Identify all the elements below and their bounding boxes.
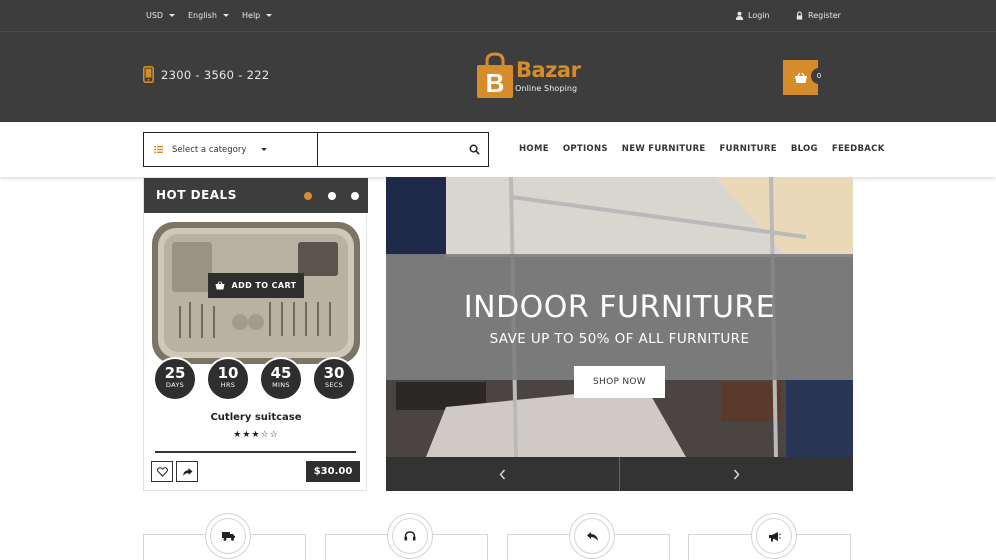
help-dropdown[interactable]: Help (242, 11, 273, 20)
search-input[interactable] (320, 133, 470, 166)
countdown-hours: 10 HRS (206, 357, 250, 401)
feature-circle-shipping (205, 513, 251, 559)
headset-icon (404, 530, 416, 540)
star-filled-icon: ★ (233, 430, 243, 440)
nav-furniture[interactable]: FURNITURE (720, 144, 777, 154)
return-arrow-icon (586, 531, 598, 541)
share-button[interactable] (176, 461, 198, 482)
top-bar: USD English Help Login Register (0, 0, 996, 32)
countdown-seconds: 30 SECS (312, 357, 356, 401)
truck-icon (221, 532, 235, 541)
currency-dropdown[interactable]: USD (146, 11, 176, 20)
countdown-value: 45 (270, 364, 292, 382)
chevron-right-icon (733, 469, 740, 479)
hot-deals-header: HOT DEALS (144, 178, 368, 213)
banner-navigation (386, 457, 853, 491)
countdown-days: 25 DAYS (153, 357, 197, 401)
currency-label: USD (146, 11, 164, 20)
nav-home[interactable]: HOME (519, 144, 549, 154)
logo-title: Bazar (516, 58, 581, 82)
carousel-dot-3[interactable] (351, 192, 359, 200)
category-select-label: Select a category (172, 144, 247, 155)
feature-circle-support (387, 513, 433, 559)
divider (155, 451, 356, 453)
chevron-left-icon (499, 469, 506, 479)
svg-text:B: B (486, 68, 505, 98)
feature-circle-announcements (751, 513, 797, 559)
hot-deals-title: HOT DEALS (156, 188, 237, 202)
nav-new-furniture[interactable]: NEW FURNITURE (622, 144, 706, 154)
shop-now-button[interactable]: SHOP NOW (574, 366, 665, 398)
category-select[interactable]: Select a category (144, 133, 318, 166)
help-label: Help (242, 11, 261, 20)
star-empty-icon: ☆ (269, 430, 279, 440)
countdown-value: 10 (217, 364, 239, 382)
search-form: Select a category (143, 132, 489, 167)
language-label: English (188, 11, 217, 20)
register-label: Register (808, 11, 841, 20)
search-icon[interactable] (469, 144, 480, 155)
carousel-dot-1[interactable] (304, 192, 312, 200)
basket-icon (794, 72, 807, 83)
list-icon (154, 146, 163, 153)
phone-contact: 2300 - 3560 - 222 (143, 66, 270, 83)
banner-subtitle: SAVE UP TO 50% OF ALL FURNITURE (489, 331, 750, 347)
countdown-unit: SECS (324, 381, 344, 389)
nav-options[interactable]: OPTIONS (563, 144, 608, 154)
chevron-down-icon (266, 14, 273, 17)
main-menu: HOME OPTIONS NEW FURNITURE FURNITURE BLO… (519, 144, 899, 154)
phone-icon (143, 66, 154, 83)
hot-deals-panel: HOT DEALS ADD TO CART 25 DAYS 10 HRS 45 … (143, 177, 368, 491)
product-price: $30.00 (306, 461, 360, 482)
user-icon (735, 11, 744, 20)
site-header: 2300 - 3560 - 222 B Bazar Online Shoping… (0, 32, 996, 122)
star-filled-icon: ★ (251, 430, 261, 440)
cart-count-badge: 0 (811, 68, 827, 84)
phone-number: 2300 - 3560 - 222 (161, 67, 270, 82)
heart-icon (156, 466, 168, 477)
chevron-down-icon (261, 148, 268, 151)
countdown-minutes: 45 MINS (259, 357, 303, 401)
product-name[interactable]: Cutlery suitcase (144, 412, 368, 423)
add-to-cart-button[interactable]: ADD TO CART (208, 273, 304, 298)
chevron-down-icon (169, 14, 176, 17)
star-rating: ★★★☆☆ (144, 430, 368, 440)
countdown-unit: MINS (272, 381, 290, 389)
login-label: Login (748, 11, 770, 20)
language-dropdown[interactable]: English (188, 11, 229, 20)
megaphone-icon (768, 531, 781, 541)
nav-row: Select a category HOME OPTIONS NEW FURNI… (0, 122, 996, 177)
star-empty-icon: ☆ (260, 430, 270, 440)
share-icon (182, 467, 192, 476)
countdown-unit: HRS (220, 381, 236, 389)
register-link[interactable]: Register (795, 11, 841, 20)
nav-feedback[interactable]: FEEDBACK (832, 144, 885, 154)
add-to-cart-label: ADD TO CART (231, 281, 297, 290)
feature-circle-returns (569, 513, 615, 559)
countdown-value: 25 (164, 364, 186, 382)
banner-title: INDOOR FURNITURE (463, 290, 776, 325)
logo-subtitle: Online Shoping (515, 84, 578, 93)
chevron-down-icon (222, 14, 229, 17)
wishlist-button[interactable] (151, 461, 173, 482)
hero-banner: INDOOR FURNITURE SAVE UP TO 50% OF ALL F… (386, 177, 853, 457)
basket-icon (215, 281, 225, 290)
carousel-dot-2[interactable] (328, 192, 336, 200)
countdown-value: 30 (323, 364, 345, 382)
lock-icon (796, 11, 803, 20)
login-link[interactable]: Login (735, 11, 770, 20)
slider-next-button[interactable] (620, 457, 853, 491)
shopping-bag-logo-icon: B (477, 52, 513, 98)
slider-prev-button[interactable] (386, 457, 619, 491)
nav-blog[interactable]: BLOG (791, 144, 818, 154)
countdown-unit: DAYS (165, 381, 185, 389)
site-logo[interactable]: B Bazar Online Shoping (476, 50, 586, 100)
